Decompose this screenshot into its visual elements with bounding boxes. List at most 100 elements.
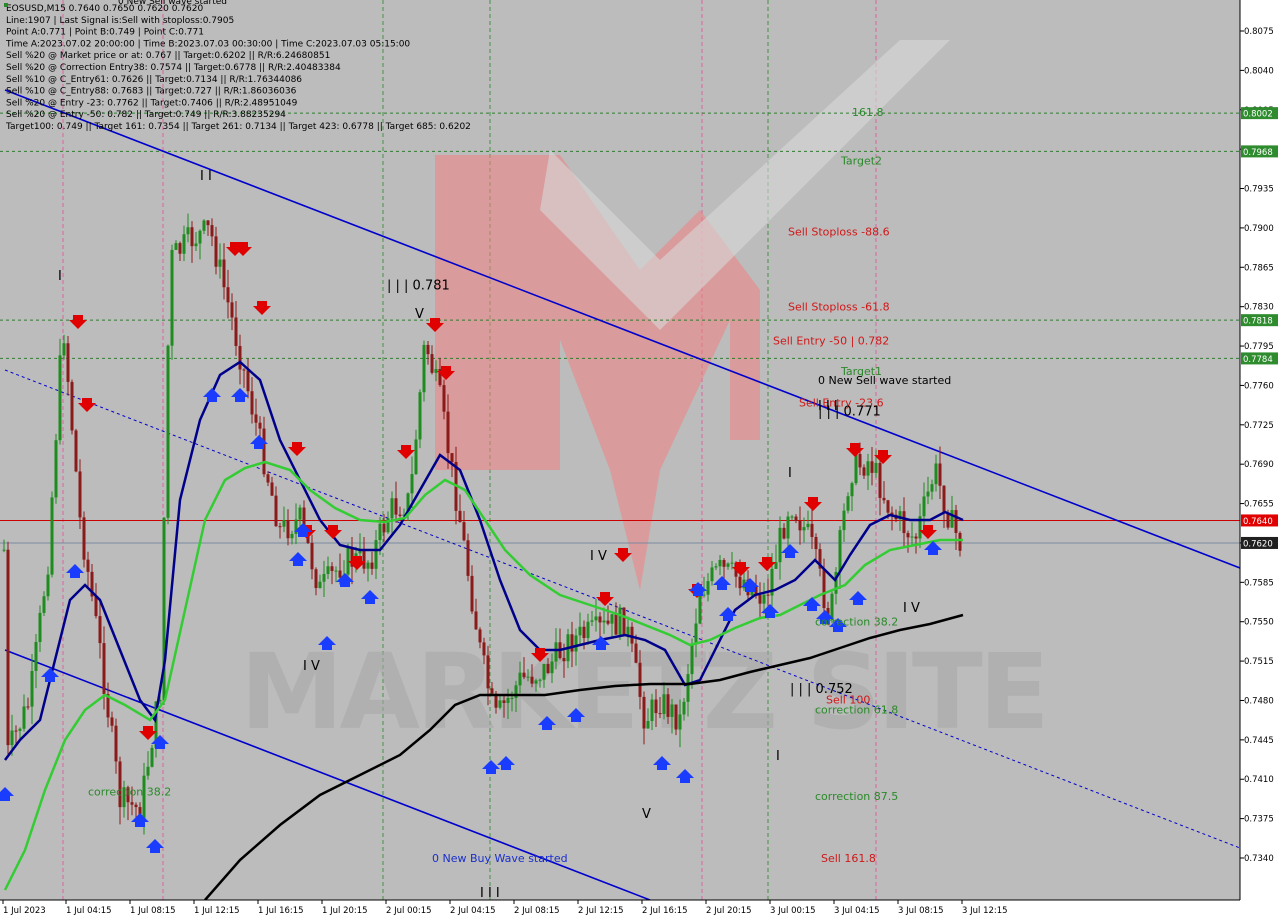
chart-annotation: Sell Stoploss -61.8 (788, 301, 890, 314)
candle-body (490, 688, 494, 694)
candle-body (782, 527, 786, 539)
candle-body (874, 462, 878, 473)
candle-body (622, 607, 626, 636)
candle-body (62, 343, 66, 356)
candle-body (174, 243, 178, 250)
candle-body (458, 510, 462, 523)
time-tick-label: 1 Jul 20:15 (322, 906, 368, 916)
chart-annotation: correction 38.2 (88, 786, 171, 799)
candle-body (238, 346, 242, 370)
candle-body (498, 700, 502, 708)
time-tick-label: 1 Jul 04:15 (66, 906, 112, 916)
candle-body (678, 714, 682, 730)
signal-info-line: Sell %10 @ C_Entry61: 0.7626 || Target:0… (6, 75, 302, 85)
candle-body (338, 570, 342, 578)
watermark-text: MARKETZ SITE (240, 631, 1046, 753)
wave-label: I (58, 269, 62, 284)
price-tick-label: 0.7900 (1244, 224, 1274, 234)
candle-body (922, 496, 926, 517)
candle-body (914, 536, 918, 539)
candle-body (430, 354, 434, 373)
time-tick-label: 2 Jul 08:15 (514, 906, 560, 916)
candle-body (730, 562, 734, 564)
candle-body (282, 519, 286, 527)
candle-body (254, 414, 258, 423)
candle-body (314, 569, 318, 589)
candle-body (486, 655, 490, 689)
candle-body (206, 220, 210, 226)
price-tick-label: 0.7585 (1244, 578, 1274, 588)
time-tick-label: 3 Jul 04:15 (834, 906, 880, 916)
price-tick-label: 0.7480 (1244, 696, 1274, 706)
candle-body (538, 679, 542, 681)
candle-body (22, 706, 26, 729)
candle-body (698, 595, 702, 624)
candle-body (378, 523, 382, 541)
candle-body (114, 725, 118, 762)
time-axis[interactable]: 1 Jul 2023 1 Jul 04:15 1 Jul 08:15 1 Jul 12… (0, 899, 1280, 920)
candle-body (846, 496, 850, 511)
candle-body (318, 581, 322, 589)
candle-body (542, 663, 546, 680)
chart-annotation: 161.8 (852, 106, 884, 119)
candle-body (574, 635, 578, 652)
candle-body (926, 491, 930, 497)
chart-canvas[interactable]: MARKETZ SITE 161.8 Target2 Sell Stoploss -… (0, 0, 1280, 920)
candle-body (86, 559, 90, 572)
price-tick-label: 0.7410 (1244, 775, 1274, 785)
candle-body (510, 697, 514, 699)
candle-body (462, 522, 466, 541)
candle-body (618, 607, 622, 635)
candle-body (626, 626, 630, 636)
candle-body (506, 698, 510, 703)
price-tick-label: 0.7515 (1244, 657, 1274, 667)
candle-body (882, 497, 886, 501)
candle-body (266, 474, 270, 483)
candle-body (634, 643, 638, 663)
candle-body (762, 594, 766, 604)
candle-body (562, 658, 566, 662)
signal-info-line: Line:1907 | Last Signal is:Sell with sto… (6, 16, 234, 26)
candle-body (374, 540, 378, 569)
price-tick-label: 0.7795 (1244, 342, 1274, 352)
candle-body (470, 575, 474, 612)
price-axis[interactable]: 0.80750.80400.80050.79700.79350.79000.78… (1239, 0, 1280, 920)
candle-body (650, 699, 654, 721)
candle-body (82, 517, 86, 560)
price-tick-label: 0.7935 (1244, 185, 1274, 195)
candle-body (630, 626, 634, 644)
price-tick-label: 0.7830 (1244, 303, 1274, 313)
candle-body (70, 381, 74, 431)
candle-body (422, 344, 426, 393)
candle-body (554, 642, 558, 662)
candle-body (790, 516, 794, 518)
candle-body (958, 532, 962, 551)
candle-body (390, 498, 394, 519)
candle-body (434, 369, 438, 373)
candle-body (38, 612, 42, 642)
candle-body (78, 471, 82, 518)
candle-body (710, 567, 714, 582)
wave-label: I I I (480, 886, 500, 901)
candle-body (530, 676, 534, 684)
candle-body (50, 497, 54, 575)
candle-body (590, 620, 594, 622)
candle-body (310, 542, 314, 570)
candle-body (658, 713, 662, 715)
signal-info-line: Sell %20 @ Market price or at: 0.767 || … (6, 51, 330, 61)
candle-body (394, 498, 398, 515)
wave-label: I I (200, 169, 212, 184)
candle-body (838, 530, 842, 572)
wave-label: I V (590, 549, 607, 564)
candle-body (30, 670, 34, 707)
candle-body (550, 661, 554, 674)
candle-body (602, 620, 606, 623)
candle-body (690, 643, 694, 675)
candle-body (794, 516, 798, 521)
time-tick-label: 2 Jul 20:15 (706, 906, 752, 916)
candle-body (214, 236, 218, 267)
candle-body (6, 549, 10, 746)
candle-body (166, 345, 170, 518)
candle-body (570, 634, 574, 652)
candle-body (414, 439, 418, 475)
